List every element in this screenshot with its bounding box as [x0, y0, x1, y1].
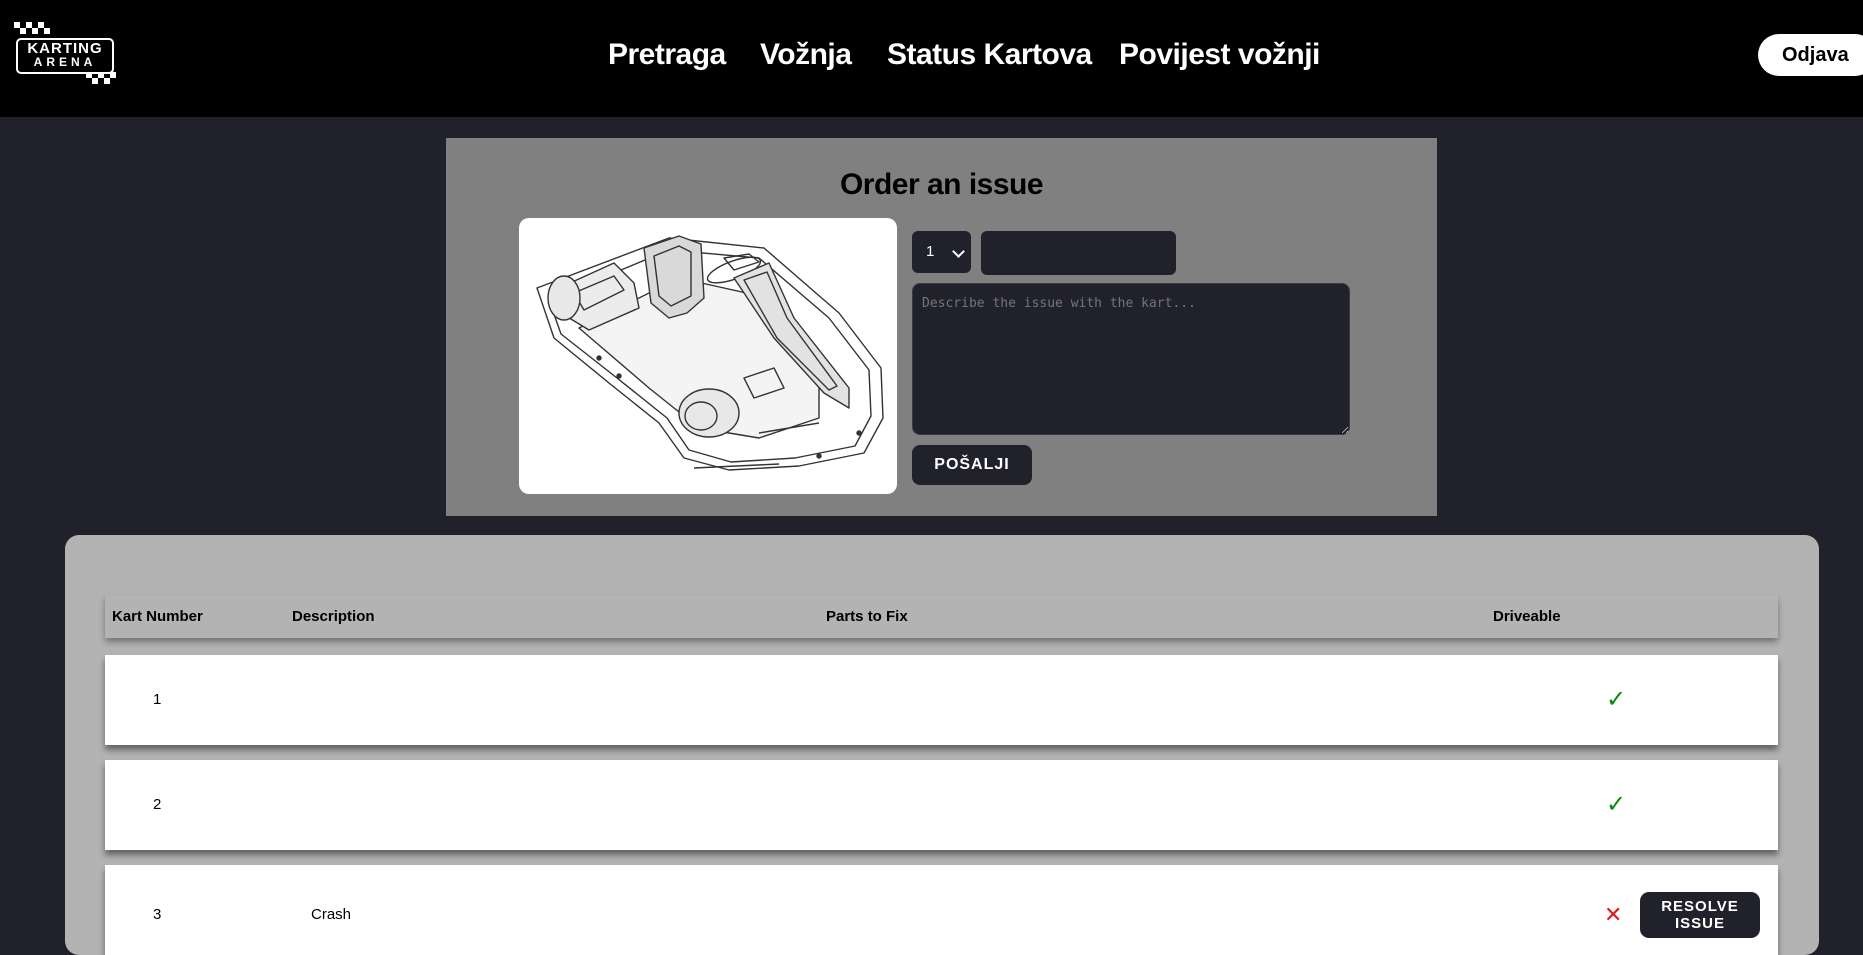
- column-kart-number: Kart Number: [112, 608, 203, 625]
- kart-number-select-value: 1: [926, 243, 935, 260]
- order-issue-section: Order an issue 1 Describe the issue with…: [446, 138, 1437, 516]
- resolve-issue-button[interactable]: RESOLVE ISSUE: [1640, 892, 1760, 938]
- issue-description-textarea[interactable]: [912, 283, 1350, 435]
- table-row: 2 ✓: [105, 760, 1778, 850]
- not-driveable-x-icon: ✕: [1604, 902, 1623, 927]
- description-cell: Crash: [311, 906, 352, 923]
- nav-povijest-voznji[interactable]: Povijest vožnji: [1119, 30, 1320, 80]
- main-nav: Pretraga Vožnja Status Kartova Povijest …: [0, 30, 1863, 80]
- nav-voznja[interactable]: Vožnja: [760, 30, 852, 80]
- top-navbar: KARTING ARENA Pretraga Vožnja Status Kar…: [0, 0, 1863, 117]
- table-header: Kart Number Description Parts to Fix Dri…: [105, 595, 1778, 638]
- submit-issue-button[interactable]: POŠALJI: [912, 445, 1032, 485]
- order-title: Order an issue: [839, 168, 1044, 201]
- driveable-check-icon: ✓: [1606, 686, 1627, 713]
- parts-input[interactable]: [981, 231, 1176, 275]
- table-row: 1 ✓: [105, 655, 1778, 745]
- chevron-down-icon: [952, 245, 965, 258]
- kart-number-cell: 1: [153, 691, 162, 708]
- column-driveable: Driveable: [1493, 608, 1561, 625]
- nav-pretraga[interactable]: Pretraga: [608, 30, 726, 80]
- nav-status-kartova[interactable]: Status Kartova: [887, 30, 1092, 80]
- logout-button[interactable]: Odjava: [1758, 34, 1863, 76]
- column-description: Description: [292, 608, 375, 625]
- column-parts-to-fix: Parts to Fix: [826, 608, 908, 625]
- table-row: 3 Crash ✕ RESOLVE ISSUE: [105, 865, 1778, 955]
- issues-table-panel: Kart Number Description Parts to Fix Dri…: [65, 535, 1819, 955]
- kart-illustration: [519, 218, 897, 494]
- kart-number-cell: 2: [153, 796, 162, 813]
- kart-number-cell: 3: [153, 906, 162, 923]
- driveable-check-icon: ✓: [1606, 791, 1627, 818]
- kart-number-select[interactable]: 1: [912, 231, 971, 273]
- go-kart-icon: [536, 235, 884, 471]
